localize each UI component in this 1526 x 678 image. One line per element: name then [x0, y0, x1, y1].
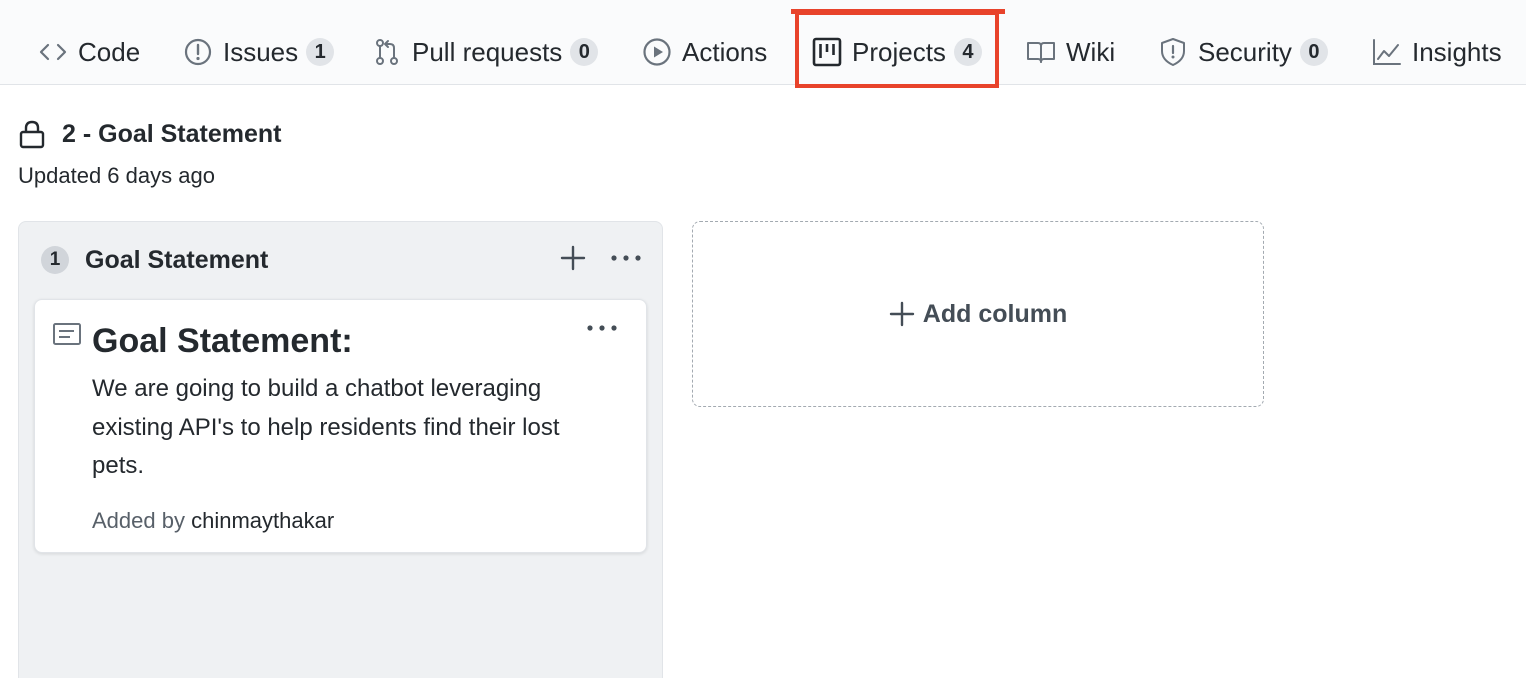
pull-requests-counter: 0: [570, 38, 599, 66]
plus-icon: [889, 301, 914, 327]
graph-icon: [1372, 37, 1402, 67]
tab-security[interactable]: Security 0: [1158, 32, 1328, 72]
tab-label: Wiki: [1066, 36, 1116, 67]
card-body: We are going to build a chatbot leveragi…: [92, 375, 560, 479]
tab-wiki[interactable]: Wiki: [1026, 32, 1115, 72]
tab-pull-requests[interactable]: Pull requests 0: [372, 32, 599, 72]
tab-issues[interactable]: Issues 1: [183, 32, 335, 72]
column-card-count: 1: [41, 246, 69, 274]
tab-label: Insights: [1412, 36, 1502, 67]
page-title: 2 - Goal Statement: [62, 119, 282, 148]
tab-label: Security: [1198, 36, 1292, 67]
repo-nav: Code Issues 1 Pull requests 0 Actions Pr…: [0, 0, 1526, 85]
column-name: Goal Statement: [85, 245, 269, 274]
note-icon: [53, 323, 81, 345]
shield-icon: [1158, 37, 1188, 67]
card-title: Goal Statement:: [92, 322, 353, 360]
tab-label: Actions: [682, 36, 768, 67]
column-header: 1 Goal Statement: [41, 244, 268, 276]
issue-icon: [183, 37, 213, 67]
add-column-label: Add column: [922, 299, 1068, 328]
add-card-plus-icon[interactable]: [559, 244, 587, 272]
book-icon: [1026, 37, 1056, 67]
card-added-by: Added by chinmaythakar: [92, 508, 334, 534]
project-column: 1 Goal Statement Goal Statement: We are …: [18, 221, 663, 678]
column-menu-kebab-icon[interactable]: [609, 244, 643, 272]
note-card[interactable]: Goal Statement: We are going to build a …: [34, 299, 647, 553]
tab-code[interactable]: Code: [38, 32, 140, 72]
tab-label: Code: [78, 36, 141, 67]
added-by-label: Added by: [92, 508, 185, 533]
tab-actions[interactable]: Actions: [642, 32, 767, 72]
project-header: 2 - Goal Statement: [18, 117, 282, 151]
code-icon: [38, 37, 68, 67]
updated-timestamp: Updated 6 days ago: [18, 163, 215, 188]
lock-icon: [19, 120, 45, 149]
play-icon: [642, 37, 672, 67]
tab-insights[interactable]: Insights: [1372, 32, 1502, 72]
security-counter: 0: [1299, 38, 1328, 66]
tab-label: Issues: [223, 36, 299, 67]
selected-tab-highlight-box: [795, 11, 999, 88]
add-column-button[interactable]: Add column: [692, 221, 1264, 407]
pull-request-icon: [372, 37, 402, 67]
card-menu-kebab-icon[interactable]: [585, 318, 619, 338]
card-author-link[interactable]: chinmaythakar: [191, 508, 334, 533]
tab-label: Pull requests: [412, 36, 563, 67]
issues-counter: 1: [306, 38, 335, 66]
